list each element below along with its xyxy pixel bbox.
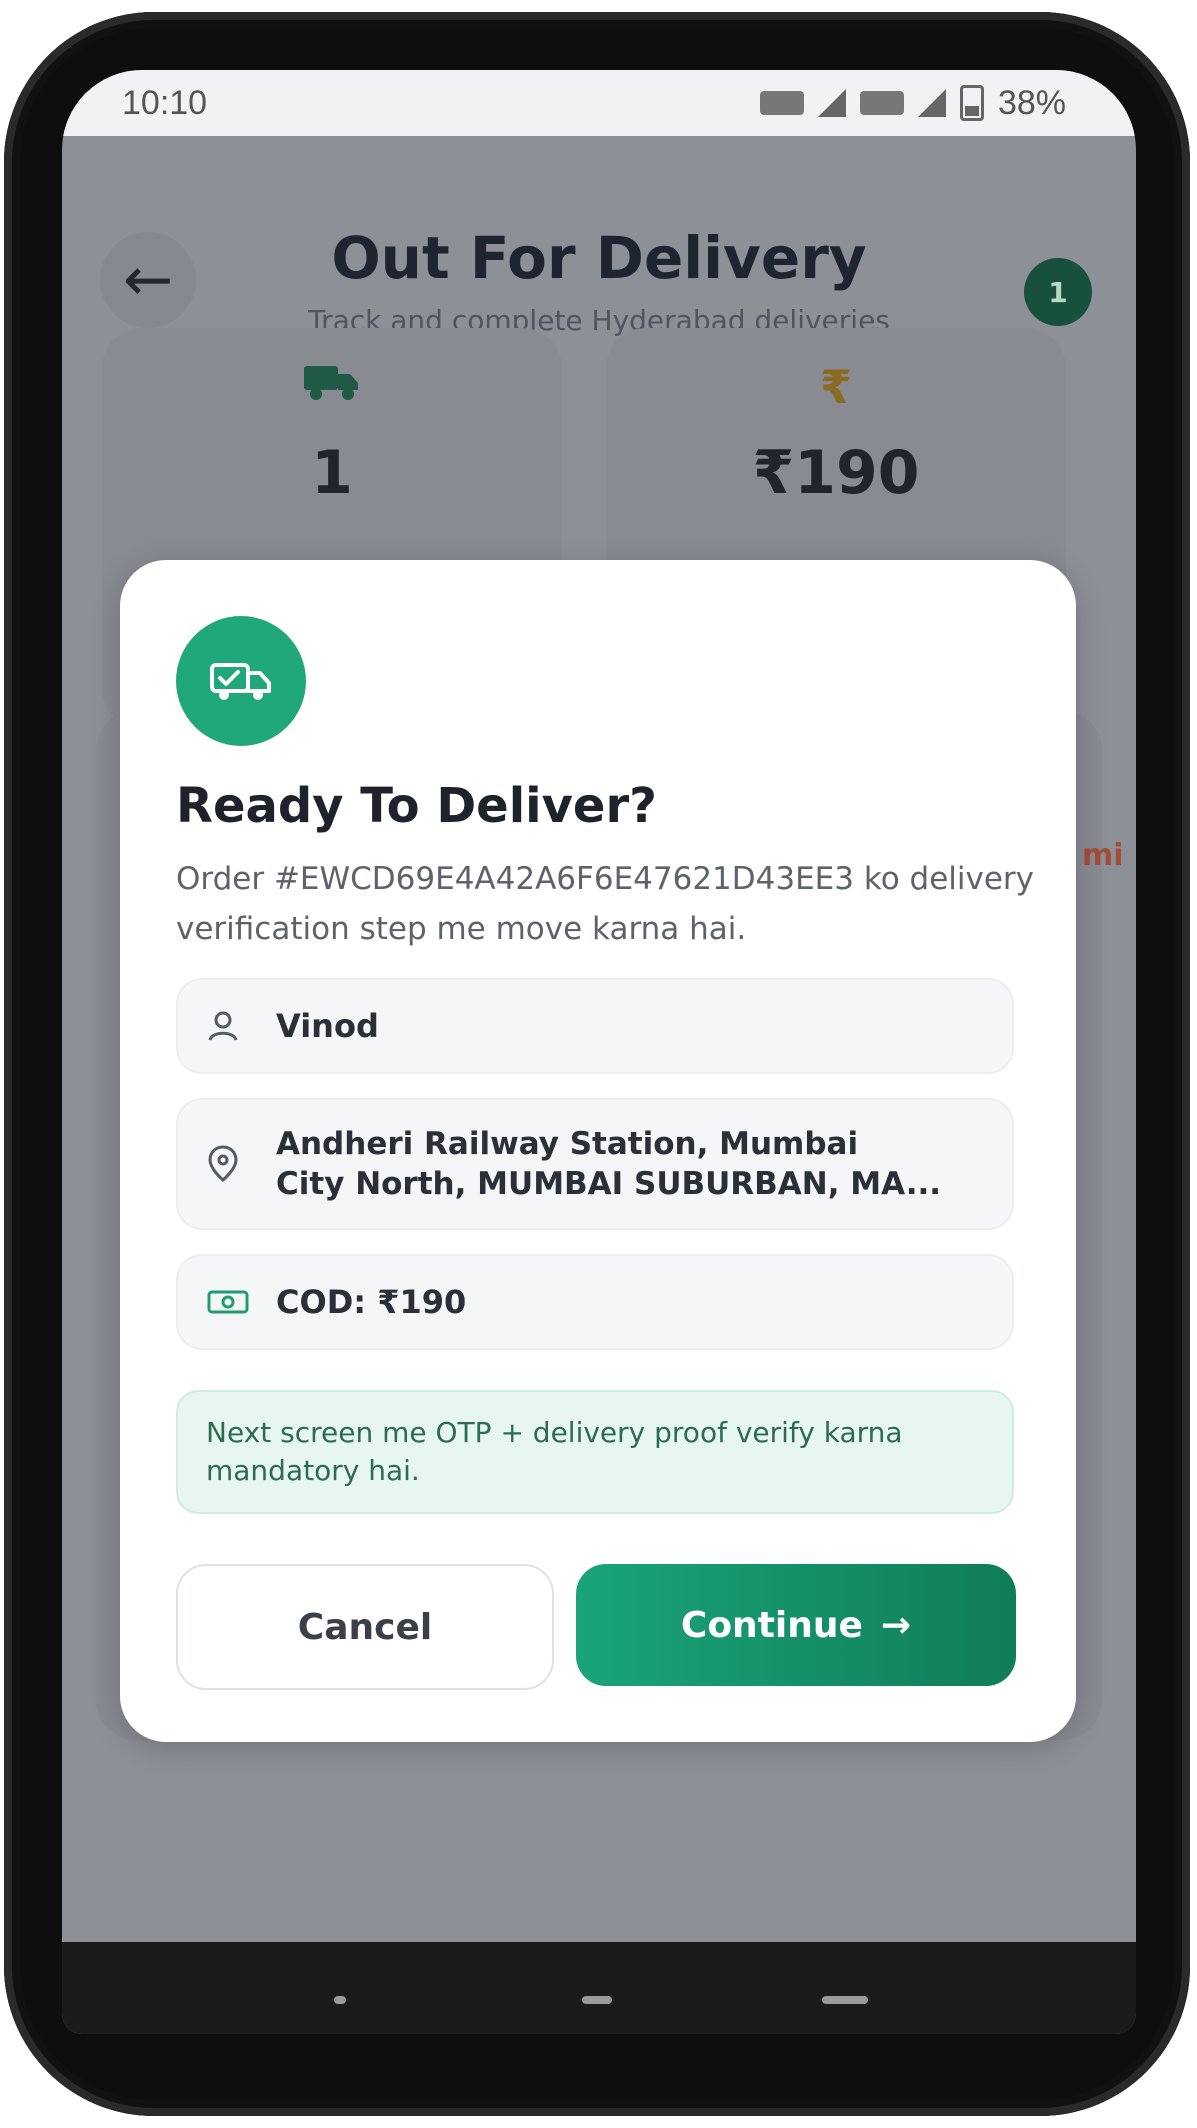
- signal-icon-2: [917, 89, 946, 117]
- cod-amount: COD: ₹190: [276, 1283, 467, 1321]
- phone-frame: 10:10 38% ← Out For Delivery Track and c…: [4, 12, 1190, 2116]
- volte-icon-2: [859, 91, 904, 115]
- truck-icon: [102, 360, 562, 415]
- person-icon: [206, 1009, 264, 1043]
- dialog-title: Ready To Deliver?: [176, 778, 657, 834]
- customer-name: Vinod: [276, 1007, 379, 1045]
- address-line-2: City North, MUMBAI SUBURBAN, MA...: [276, 1166, 942, 1202]
- count-badge[interactable]: 1: [1024, 258, 1092, 326]
- address-row: Andheri Railway Station, Mumbai City Nor…: [176, 1098, 1014, 1230]
- nav-recents-button[interactable]: [822, 1996, 868, 2004]
- continue-label: Continue: [680, 1604, 863, 1646]
- cancel-button[interactable]: Cancel: [176, 1564, 554, 1690]
- system-nav-bar: [62, 1942, 1136, 2034]
- background-text: mi: [1082, 838, 1124, 873]
- customer-row: Vinod: [176, 978, 1014, 1074]
- volte-icon: [759, 91, 804, 115]
- otp-note: Next screen me OTP + delivery proof veri…: [176, 1390, 1014, 1514]
- arrow-right-icon: →: [880, 1604, 912, 1646]
- battery-percent: 38%: [997, 83, 1066, 122]
- location-pin-icon: [206, 1144, 264, 1184]
- nav-back-button[interactable]: [334, 1996, 346, 2004]
- dialog-description: Order #EWCD69E4A42A6F6E47621D43EE3 ko de…: [176, 861, 1034, 947]
- nav-home-button[interactable]: [582, 1996, 612, 2004]
- screen: 10:10 38% ← Out For Delivery Track and c…: [62, 70, 1136, 2034]
- stat-value-deliveries: 1: [311, 438, 353, 508]
- delivery-truck-icon: [176, 616, 306, 746]
- battery-icon: [959, 85, 984, 121]
- signal-icon: [817, 89, 846, 117]
- cod-row: COD: ₹190: [176, 1254, 1014, 1350]
- status-bar: 10:10 38%: [62, 70, 1136, 136]
- page-title: Out For Delivery: [331, 224, 867, 292]
- address-line-1: Andheri Railway Station, Mumbai: [276, 1126, 859, 1162]
- ready-to-deliver-dialog: Ready To Deliver? Order #EWCD69E4A42A6F6…: [120, 560, 1076, 1742]
- stat-value-amount: ₹190: [752, 438, 920, 508]
- cash-icon: [206, 1288, 264, 1316]
- rupee-icon: ₹: [819, 360, 852, 414]
- status-time: 10:10: [122, 83, 208, 122]
- continue-button[interactable]: Continue →: [576, 1564, 1016, 1686]
